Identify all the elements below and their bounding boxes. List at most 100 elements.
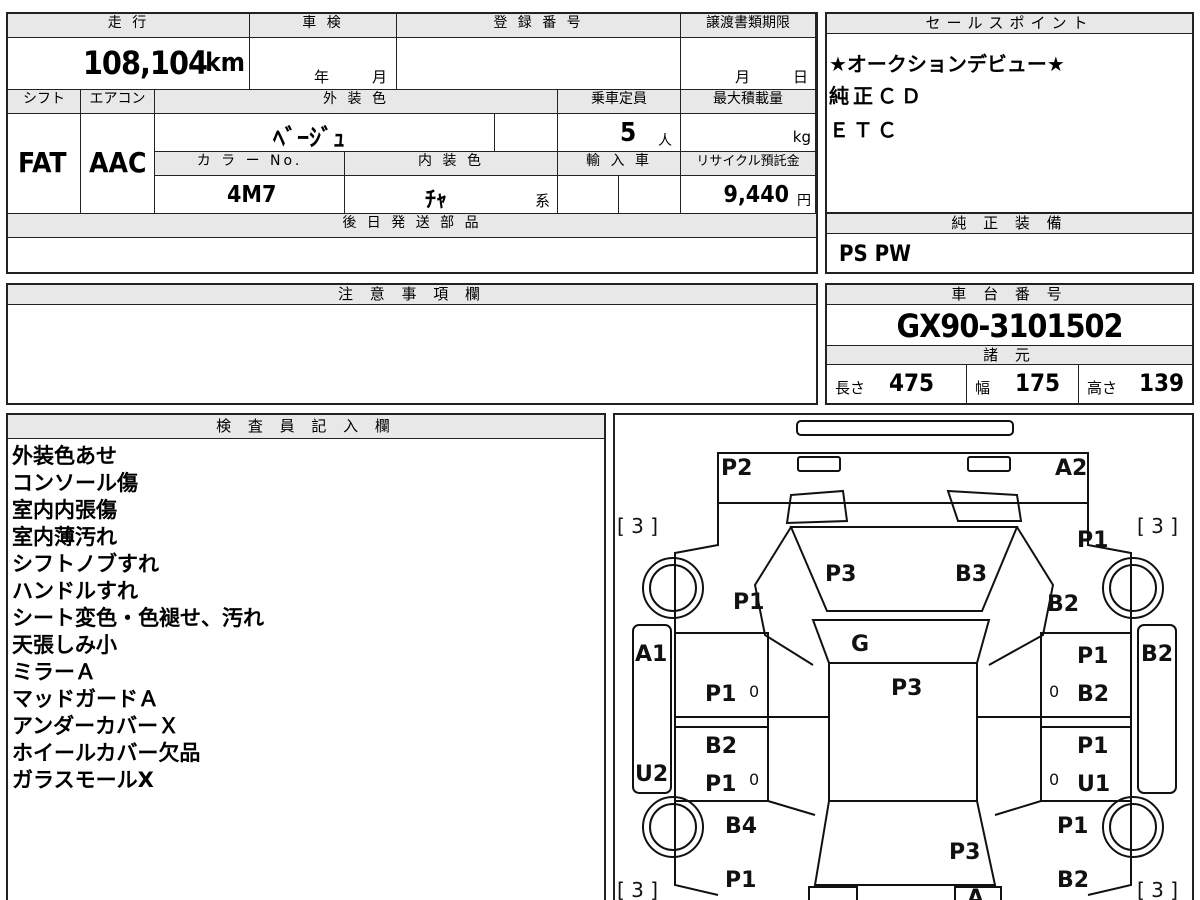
mark-zero-r2: 0 (1049, 770, 1059, 789)
bracket-top-left: [ 3 ] (617, 514, 658, 538)
chassis-box: 車 台 番 号 GX90-3101502 諸 元 長さ 475 幅 175 高さ… (825, 283, 1194, 405)
reg-number-label: 登 録 番 号 (397, 14, 681, 38)
equipment-box: 純 正 装 備 PS PW (825, 212, 1194, 274)
import-cell-b (619, 176, 681, 214)
mark-p3-roof: P3 (891, 676, 922, 701)
int-color-value: ﾁｬ (425, 188, 448, 213)
capacity-label: 乗車定員 (558, 90, 681, 114)
sales-point-line-3: ＥＴＣ (829, 118, 901, 142)
height-label: 高さ (1087, 379, 1118, 397)
ext-color-extra-cell (495, 114, 558, 152)
height-value: 139 (1139, 369, 1185, 397)
capacity-cell: 5 人 (558, 114, 681, 152)
mark-p1-right-fender: P1 (1077, 528, 1108, 553)
maxload-label: 最大積載量 (681, 90, 816, 114)
notes-box: 注 意 事 項 欄 (6, 283, 818, 405)
import-label: 輸 入 車 (558, 152, 681, 176)
mark-b2-left-door2: B2 (705, 734, 737, 759)
mark-b2-right-bottom: B2 (1057, 868, 1089, 893)
mark-b4: B4 (725, 814, 757, 839)
colorno-value: 4M7 (227, 182, 277, 208)
inspector-line: ハンドルすれ (12, 579, 138, 603)
length-label: 長さ (835, 379, 866, 397)
sales-point-box: セールスポイント ★オークションデビュー★ 純正ＣＤ ＥＴＣ (825, 12, 1194, 214)
inspector-line: シート変色・色褪せ、汚れ (12, 606, 264, 630)
mark-a1: A1 (635, 642, 667, 667)
import-cell-a (558, 176, 619, 214)
notes-header: 注 意 事 項 欄 (8, 285, 816, 305)
reg-number-cell (397, 38, 681, 90)
inspector-line: 室内薄汚れ (12, 525, 117, 549)
later-parts-label: 後 日 発 送 部 品 (8, 214, 816, 238)
vehicle-info-table: 走 行 車 検 登 録 番 号 譲渡書類期限 108,104 km 年 月 月 … (6, 12, 818, 274)
width-cell: 幅 175 (967, 365, 1079, 403)
recycle-unit: 円 (797, 193, 811, 209)
mark-p2: P2 (721, 456, 752, 481)
sales-point-line-2: 純正ＣＤ (829, 84, 925, 108)
int-color-label: 内 装 色 (345, 152, 558, 176)
deadline-day: 日 (793, 68, 809, 86)
capacity-unit: 人 (658, 133, 672, 149)
deadline-label: 譲渡書類期限 (681, 14, 816, 38)
mark-u2: U2 (635, 762, 668, 787)
inspector-line: ガラスモールX (12, 768, 154, 792)
int-color-suffix: 系 (535, 192, 551, 210)
chassis-value: GX90-3101502 (896, 307, 1123, 345)
mark-p3-hood: P3 (825, 562, 856, 587)
mark-p1-right-rear: P1 (1057, 814, 1088, 839)
inspector-line: シフトノブすれ (12, 552, 159, 576)
sales-point-header: セールスポイント (827, 14, 1192, 34)
deadline-cell: 月 日 (681, 38, 816, 90)
mark-p3-trunk: P3 (949, 840, 980, 865)
inspection-year: 年 (314, 68, 330, 86)
mark-p1-left-door1: P1 (705, 682, 736, 707)
mileage-value: 108,104 (82, 44, 208, 82)
mark-b2-right-fender: B2 (1047, 592, 1079, 617)
equipment-header: 純 正 装 備 (827, 214, 1192, 234)
width-value: 175 (1015, 369, 1061, 397)
shift-cell: FAT (8, 114, 81, 214)
mileage-unit: km (205, 48, 245, 78)
length-cell: 長さ 475 (827, 365, 967, 403)
mark-p1-left-bottom: P1 (725, 868, 756, 893)
ext-color-label: 外 装 色 (155, 90, 558, 114)
bracket-bottom-left: [ 3 ] (617, 878, 658, 900)
mark-p1-left-fender: P1 (733, 590, 764, 615)
inspection-cell: 年 月 (250, 38, 397, 90)
shift-value: FAT (18, 146, 67, 179)
ac-label: エアコン (81, 90, 155, 114)
inspector-header: 検 査 員 記 入 欄 (8, 415, 604, 439)
mark-b3-hood: B3 (955, 562, 987, 587)
inspection-month: 月 (372, 68, 388, 86)
mark-b2-right-edge: B2 (1141, 642, 1173, 667)
shift-label: シフト (8, 90, 81, 114)
mark-a-bottom: A (967, 886, 984, 900)
height-cell: 高さ 139 (1079, 365, 1192, 403)
inspector-line: コンソール傷 (12, 471, 138, 495)
later-parts-area (8, 238, 816, 272)
specs-header: 諸 元 (827, 345, 1192, 365)
ext-color-cell: ﾍﾞｰｼﾞｭ (155, 114, 495, 152)
ext-color-value: ﾍﾞｰｼﾞｭ (273, 124, 345, 152)
colorno-cell: 4M7 (155, 176, 345, 214)
inspector-line: 室内内張傷 (12, 498, 117, 522)
inspector-line: マッドガードＡ (12, 687, 159, 711)
mark-u1: U1 (1077, 772, 1110, 797)
bracket-bottom-right: [ 3 ] (1137, 878, 1178, 900)
deadline-month: 月 (735, 68, 751, 86)
recycle-cell: 9,440 円 (681, 176, 816, 214)
inspection-label: 車 検 (250, 14, 397, 38)
inspector-line: 天張しみ小 (12, 633, 117, 657)
ac-cell: AAC (81, 114, 155, 214)
equipment-value: PS PW (839, 242, 911, 267)
length-value: 475 (889, 369, 935, 397)
chassis-header: 車 台 番 号 (827, 285, 1192, 305)
sales-point-line-1: ★オークションデビュー★ (829, 52, 1065, 76)
mark-g: G (851, 632, 869, 657)
inspector-box: 検 査 員 記 入 欄 外装色あせ コンソール傷 室内内張傷 室内薄汚れ シフト… (6, 413, 606, 900)
mark-zero-l2: 0 (749, 770, 759, 789)
mileage-label: 走 行 (8, 14, 250, 38)
colorno-label: カ ラ ー No. (155, 152, 345, 176)
mark-zero-l1: 0 (749, 682, 759, 701)
recycle-value: 9,440 (723, 182, 789, 208)
